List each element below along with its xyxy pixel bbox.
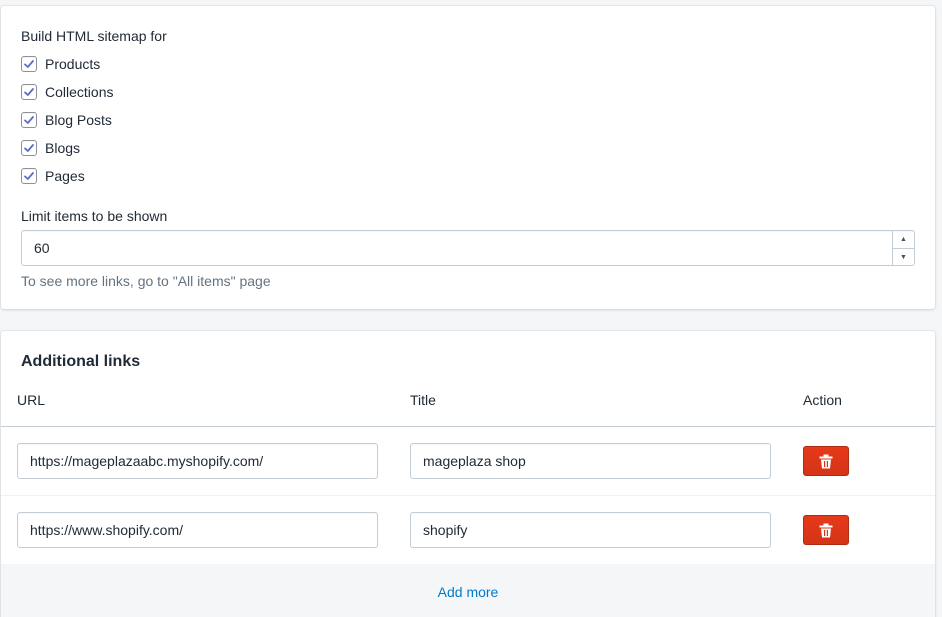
checkbox-box[interactable] [21,84,37,100]
limit-help-text: To see more links, go to "All items" pag… [21,273,271,289]
decrement-icon[interactable]: ▼ [893,248,914,265]
add-more-bar: Add more [1,564,935,617]
column-header-action: Action [803,392,842,408]
url-input[interactable] [17,512,378,548]
checkmark-icon [24,88,34,96]
column-header-title: Title [410,392,436,408]
sitemap-settings-card: Build HTML sitemap for Products Collecti… [1,6,935,309]
row-divider [1,495,935,496]
url-input[interactable] [17,443,378,479]
checkbox-blog-posts[interactable]: Blog Posts [21,111,112,129]
increment-icon[interactable]: ▲ [893,231,914,248]
limit-items-field: ▲ ▼ [21,230,915,266]
checkmark-icon [24,60,34,68]
checkmark-icon [24,116,34,124]
delete-link-button[interactable] [803,446,849,476]
title-input[interactable] [410,512,771,548]
checkbox-label: Blogs [45,140,81,156]
checkbox-pages[interactable]: Pages [21,167,85,185]
checkbox-collections[interactable]: Collections [21,83,113,101]
limit-items-label: Limit items to be shown [21,208,168,224]
checkbox-label: Collections [45,84,114,100]
checkbox-label: Pages [45,168,85,184]
checkbox-blogs[interactable]: Blogs [21,139,80,157]
trash-icon [819,454,833,468]
title-input[interactable] [410,443,771,479]
sitemap-heading: Build HTML sitemap for [21,28,167,44]
trash-icon [819,523,833,537]
limit-items-input[interactable] [22,231,892,265]
add-more-link[interactable]: Add more [1,584,935,600]
header-divider [1,426,935,427]
checkmark-icon [24,144,34,152]
checkbox-box[interactable] [21,168,37,184]
checkbox-label: Blog Posts [45,112,112,128]
column-header-url: URL [17,392,46,408]
checkbox-box[interactable] [21,112,37,128]
additional-links-card: Additional links URL Title Action Add mo… [1,331,935,617]
number-spinner: ▲ ▼ [892,231,914,265]
checkbox-products[interactable]: Products [21,55,100,73]
delete-link-button[interactable] [803,515,849,545]
additional-links-title: Additional links [21,353,141,370]
checkmark-icon [24,172,34,180]
checkbox-box[interactable] [21,56,37,72]
checkbox-box[interactable] [21,140,37,156]
checkbox-label: Products [45,56,101,72]
